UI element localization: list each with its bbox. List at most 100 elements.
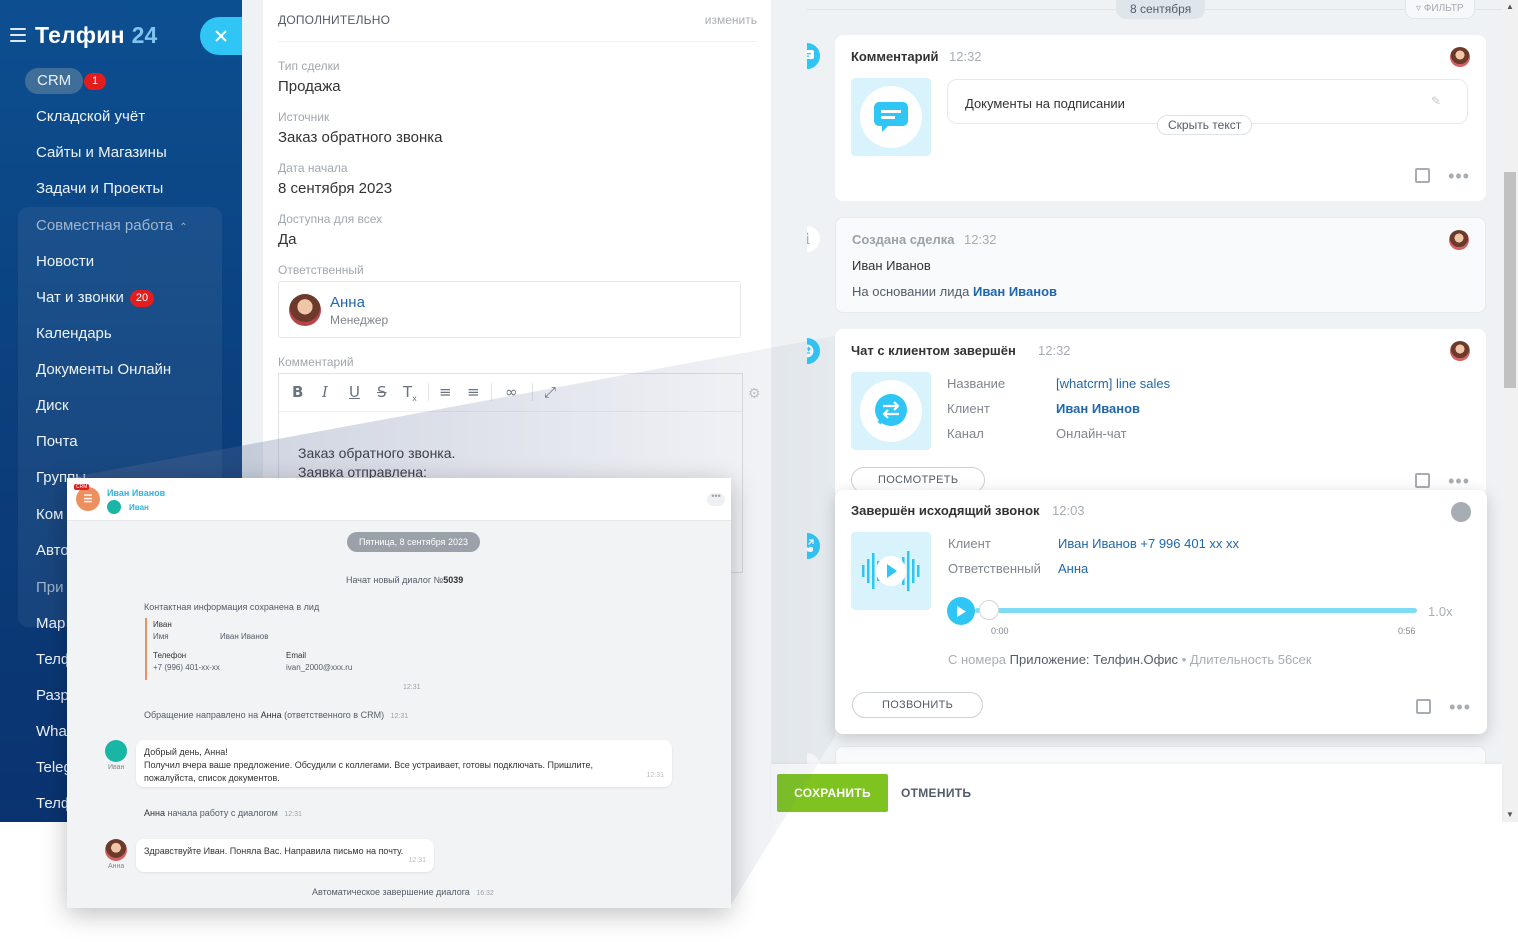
bold-icon[interactable]: B: [292, 383, 303, 401]
name-label: Название: [947, 376, 1006, 391]
client-link[interactable]: Иван Иванов: [1056, 401, 1140, 416]
responsible-name[interactable]: Анна: [330, 294, 365, 311]
sidebar-item-chat[interactable]: Чат и звонки 20: [36, 289, 155, 307]
fullscreen-icon[interactable]: ⤢: [544, 383, 556, 401]
sidebar-item-warehouse[interactable]: Складской учёт: [36, 108, 145, 125]
more-icon[interactable]: •••: [1449, 698, 1471, 716]
play-icon: [957, 605, 966, 617]
form-right-gutter: [771, 0, 807, 822]
sidebar-item-mail[interactable]: Почта: [36, 433, 78, 450]
responsible-role: Менеджер: [330, 313, 389, 327]
call-meta: С номера Приложение: Телфин.Офис • Длите…: [948, 652, 1312, 667]
group-title-text: Совместная работа: [36, 217, 174, 234]
scrollbar[interactable]: [1502, 0, 1518, 822]
playback-speed[interactable]: 1.0x: [1428, 604, 1453, 619]
note-icon[interactable]: [1415, 473, 1431, 488]
scroll-down-icon[interactable]: ▼: [1506, 810, 1514, 819]
client-message: Добрый день, Анна! Получил вчера ваше пр…: [136, 740, 672, 787]
operator-started-time: 12:31: [284, 811, 302, 818]
italic-icon[interactable]: I: [322, 383, 328, 401]
bullet-list-icon[interactable]: ≡: [467, 383, 480, 401]
sidebar-item-docs[interactable]: Документы Онлайн: [36, 361, 171, 378]
cancel-button[interactable]: ОТМЕНИТЬ: [901, 774, 971, 812]
more-icon[interactable]: •••: [1448, 167, 1470, 185]
chat-contact-name[interactable]: Иван Иванов: [107, 488, 165, 498]
numbered-list-icon[interactable]: ≡: [439, 383, 452, 401]
more-icon[interactable]: •••: [1448, 472, 1470, 490]
sidebar-item-tasks[interactable]: Задачи и Проекты: [36, 180, 163, 197]
message-line: Здравствуйте Иван. Поняла Вас. Направила…: [144, 846, 404, 856]
sidebar-item-automation[interactable]: Авто: [36, 542, 69, 559]
channel-label: Канал: [947, 426, 984, 441]
hide-text-button[interactable]: Скрыть текст: [1157, 115, 1253, 135]
avatar: [1450, 341, 1470, 361]
name-value[interactable]: [whatcrm] line sales: [1056, 376, 1170, 391]
time-start: 0:00: [991, 626, 1009, 636]
note-icon[interactable]: [1416, 699, 1432, 714]
save-button[interactable]: СОХРАНИТЬ: [777, 774, 888, 812]
field-value-public: Да: [278, 231, 297, 248]
crm-counter-badge: 1: [84, 73, 106, 90]
responsible-link[interactable]: Анна: [1058, 561, 1088, 576]
auto-close: Автоматическое завершение диалога 16:32: [312, 887, 494, 897]
chat-contact-sub: Иван: [129, 503, 149, 512]
comment-text[interactable]: Заказ обратного звонка. Заявка отправлен…: [298, 444, 455, 482]
group-title-apps[interactable]: При: [36, 579, 64, 596]
group-title-collaboration[interactable]: Совместная работа ⌃: [36, 217, 188, 234]
menu-icon[interactable]: [10, 28, 26, 42]
section-title: ДОПОЛНИТЕЛЬНО: [278, 13, 391, 27]
operator-message: Здравствуйте Иван. Поняла Вас. Направила…: [136, 839, 434, 872]
dialog-started-text: Начат новый диалог №: [346, 575, 444, 585]
message-line: Получил вчера ваше предложение. Обсудили…: [144, 760, 594, 770]
auto-close-time: 16:32: [476, 890, 494, 897]
scroll-up-icon[interactable]: ▲: [1506, 2, 1514, 11]
audio-progress-track[interactable]: [975, 608, 1417, 613]
routed-prefix: Обращение направлено на: [144, 710, 259, 720]
created-basis: На основании лида Иван Иванов: [852, 284, 1057, 299]
sidebar-item-sites[interactable]: Сайты и Магазины: [36, 144, 167, 161]
sidebar-item-disk[interactable]: Диск: [36, 397, 69, 414]
meta-app: Приложение: Телфин.Офис: [1009, 652, 1179, 667]
operator-name: Анна: [144, 808, 165, 818]
play-button[interactable]: [947, 597, 975, 625]
comment-box[interactable]: Документы на подписании ✎ Скрыть текст: [947, 79, 1468, 135]
chat-date: Пятница, 8 сентября 2023: [347, 532, 481, 552]
strikethrough-icon[interactable]: S: [377, 383, 387, 401]
more-icon[interactable]: •••: [707, 492, 725, 506]
sidebar-item-dev[interactable]: Разр: [36, 687, 69, 704]
audio-wave-icon: [862, 551, 920, 591]
note-icon[interactable]: [1415, 168, 1431, 183]
created-person: Иван Иванов: [852, 258, 931, 273]
filter-button[interactable]: ▿ ФИЛЬТР: [1405, 0, 1475, 19]
responsible-card[interactable]: Анна Менеджер: [278, 281, 741, 338]
underline-icon[interactable]: U: [349, 383, 360, 401]
message-time: 12:31: [408, 857, 426, 864]
call-back-button[interactable]: ПОЗВОНИТЬ: [852, 692, 984, 718]
field-value-start-date: 8 сентября 2023: [278, 180, 393, 197]
sidebar-item-crm[interactable]: CRM: [25, 68, 84, 94]
card-email-value: ivan_2000@xxx.ru: [286, 663, 353, 672]
basis-lead-link[interactable]: Иван Иванов: [973, 284, 1057, 299]
close-slider-button[interactable]: [200, 17, 242, 55]
basis-prefix: На основании лида: [852, 284, 970, 299]
scrollbar-thumb[interactable]: [1504, 172, 1516, 388]
sidebar-item-calendar[interactable]: Календарь: [36, 325, 112, 342]
link-icon[interactable]: ∞: [505, 383, 518, 401]
sidebar-item-news[interactable]: Новости: [36, 253, 94, 270]
routed-message: Обращение направлено на Анна (ответствен…: [144, 710, 408, 720]
client-phone-link[interactable]: Иван Иванов +7 996 401 xx xx: [1058, 536, 1239, 551]
info-icon: i: [807, 223, 823, 255]
pencil-icon[interactable]: ✎: [1431, 94, 1441, 108]
edit-link[interactable]: изменить: [705, 13, 757, 27]
comment-event-icon: [807, 40, 823, 72]
sidebar-item-companies[interactable]: Ком: [36, 506, 63, 523]
clear-format-icon[interactable]: Tx: [403, 383, 417, 403]
audio-progress-handle[interactable]: [979, 600, 999, 620]
logo[interactable]: Телфин 24: [10, 20, 157, 50]
comment-text: Документы на подписании: [965, 96, 1125, 111]
filter-icon: ▿: [1416, 3, 1424, 14]
gear-icon[interactable]: ⚙: [748, 385, 761, 402]
sidebar-item-whatsapp[interactable]: Wha: [36, 723, 67, 740]
avatar: [105, 740, 127, 762]
sidebar-item-market[interactable]: Мар: [36, 615, 65, 632]
